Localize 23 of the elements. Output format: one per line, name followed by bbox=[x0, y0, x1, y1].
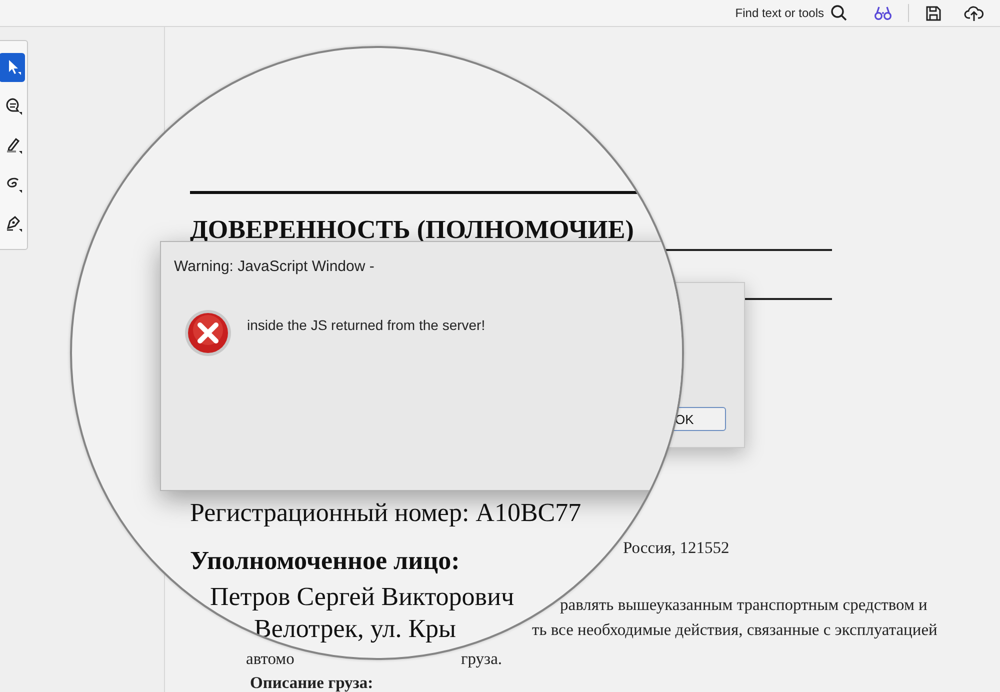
search-label[interactable]: Find text or tools bbox=[735, 6, 824, 20]
fountain-pen-icon bbox=[5, 214, 23, 232]
dialog-title: Warning: JavaScript Window - bbox=[174, 258, 374, 275]
document-text: Описание груза: bbox=[250, 674, 374, 692]
assistant-icon[interactable] bbox=[874, 4, 892, 22]
comment-icon bbox=[5, 97, 23, 116]
document-text: автомо bbox=[246, 650, 294, 668]
document-heading: ДОВЕРЕННОСТЬ (ПОЛНОМОЧИЕ) bbox=[190, 214, 634, 246]
cursor-icon bbox=[6, 58, 22, 76]
cloud-upload-icon[interactable] bbox=[964, 4, 984, 22]
document-text: ть все необходимые действия, связанные с эксплуатацией bbox=[532, 621, 938, 639]
document-text: груза. bbox=[461, 650, 502, 668]
document-text: Велотрек, ул. Кры bbox=[254, 614, 456, 642]
document-text: Россия, 121552 bbox=[623, 539, 730, 557]
document-text: Петров Сергей Викторович bbox=[210, 582, 514, 610]
document-text: Уполномоченное лицо: bbox=[190, 546, 460, 574]
document-text: Регистрационный номер: A10BC77 bbox=[190, 498, 582, 526]
dialog-message: inside the JS returned from the server! bbox=[247, 317, 486, 333]
save-icon[interactable] bbox=[925, 4, 942, 22]
search-icon[interactable] bbox=[830, 4, 848, 22]
document-text: равлять вышеуказанным транспортным средством и bbox=[560, 596, 928, 614]
error-icon bbox=[183, 308, 233, 358]
pen-icon bbox=[5, 136, 23, 154]
